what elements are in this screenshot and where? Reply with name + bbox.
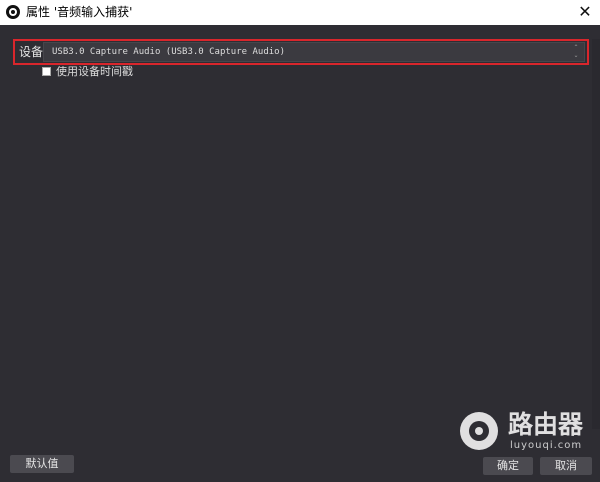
luyouqi-watermark: 路由器 luyouqi.com <box>458 406 598 454</box>
device-dropdown-value: USB3.0 Capture Audio (USB3.0 Capture Aud… <box>52 47 285 57</box>
close-button[interactable]: ✕ <box>570 0 600 25</box>
device-dropdown[interactable]: USB3.0 Capture Audio (USB3.0 Capture Aud… <box>43 42 585 62</box>
watermark-subtitle: luyouqi.com <box>510 440 583 451</box>
router-logo-icon <box>460 412 498 450</box>
device-row-highlight: 设备 USB3.0 Capture Audio (USB3.0 Capture … <box>13 39 589 65</box>
device-label: 设备 <box>19 45 44 59</box>
properties-dialog: 属性 '音频输入捕获' ✕ 设备 USB3.0 Capture Audio (U… <box>0 0 600 482</box>
title-bar: 属性 '音频输入捕获' ✕ <box>0 0 600 25</box>
cancel-button[interactable]: 取消 <box>540 457 592 475</box>
watermark-title: 路由器 <box>508 410 584 439</box>
use-device-timestamps-label: 使用设备时间戳 <box>56 65 133 78</box>
ok-button[interactable]: 确定 <box>483 457 533 475</box>
vertical-scrollbar[interactable] <box>592 39 600 429</box>
window-title: 属性 '音频输入捕获' <box>26 5 133 19</box>
defaults-button[interactable]: 默认值 <box>10 455 74 473</box>
updown-arrows-icon: ⌃ ⌄ <box>573 44 579 59</box>
obs-logo-icon <box>6 5 20 19</box>
use-device-timestamps-checkbox[interactable] <box>42 67 51 76</box>
